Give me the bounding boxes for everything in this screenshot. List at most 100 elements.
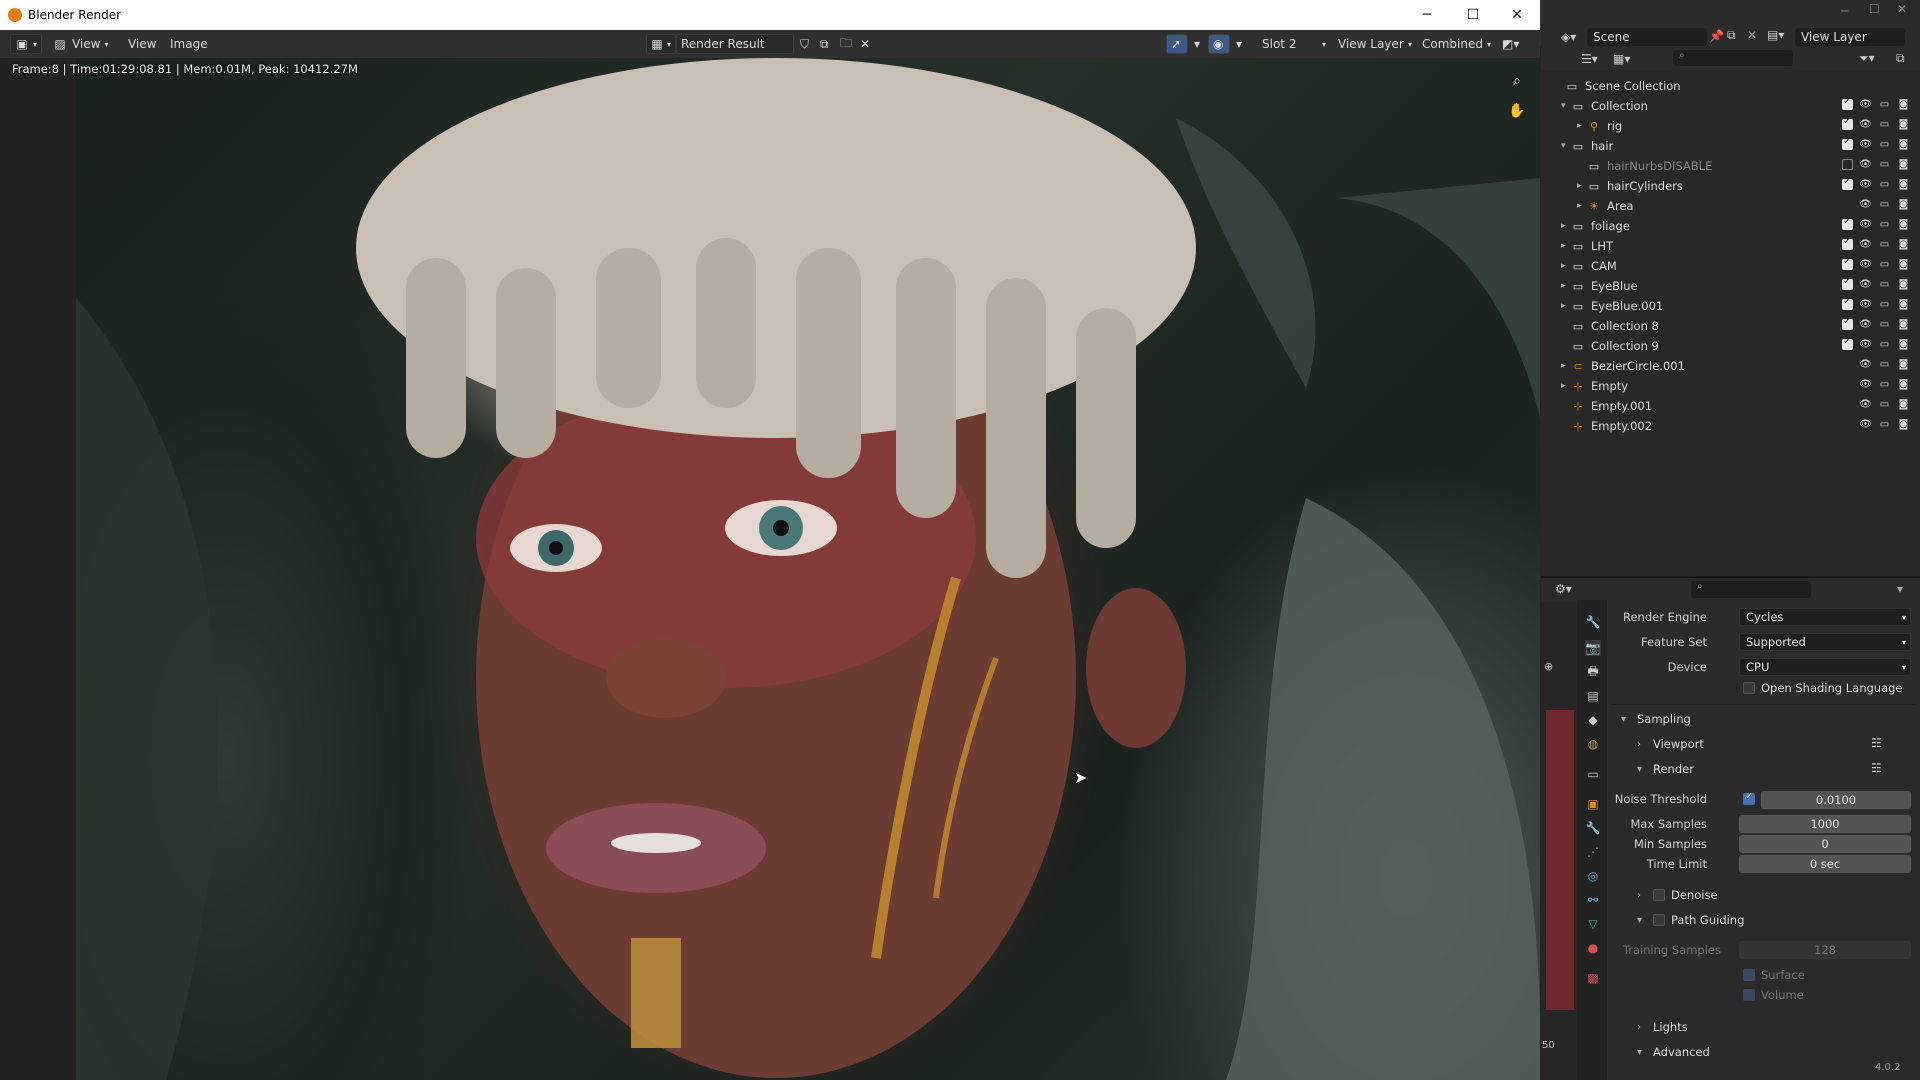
camera-icon[interactable]: ◙: [1897, 359, 1910, 370]
outliner-row[interactable]: ▾▭hair👁▭◙: [1541, 136, 1920, 156]
particles-tab-icon[interactable]: ⋰: [1585, 844, 1601, 860]
outliner-row[interactable]: ▸ ☀ Area 👁 ▭ ◙: [1541, 196, 1920, 216]
constraints-tab-icon[interactable]: ⚯: [1585, 892, 1601, 908]
exclude-checkbox[interactable]: [1842, 256, 1853, 270]
outliner-row[interactable]: ▭ hairNurbsDISABLE 👁 ▭ ◙: [1541, 156, 1920, 176]
eye-icon[interactable]: 👁: [1859, 379, 1872, 390]
camera-icon[interactable]: ◙: [1897, 299, 1910, 310]
exclude-checkbox[interactable]: [1842, 236, 1853, 250]
denoise-subpanel-header[interactable]: › Denoise: [1637, 888, 1718, 902]
eye-icon[interactable]: 👁: [1859, 119, 1872, 130]
eye-icon[interactable]: 👁: [1859, 259, 1872, 270]
pan-hand-icon[interactable]: ✋: [1506, 100, 1528, 122]
path-guiding-subpanel-header[interactable]: ▾ Path Guiding: [1637, 913, 1744, 927]
expand-toggle-icon[interactable]: ▾: [1561, 141, 1571, 151]
slot-selector[interactable]: Slot 2 ▾: [1258, 34, 1330, 54]
zoom-icon[interactable]: ⌕: [1506, 70, 1528, 92]
viewport-presets-icon[interactable]: ☷: [1871, 736, 1882, 750]
new-collection-icon[interactable]: ⧉: [1896, 51, 1905, 66]
new-scene-icon[interactable]: ⧉: [1727, 28, 1736, 43]
camera-icon[interactable]: ◙: [1897, 159, 1910, 170]
scene-selector[interactable]: Scene: [1587, 28, 1707, 46]
eye-icon[interactable]: 👁: [1859, 139, 1872, 150]
view-layer-icon[interactable]: ▤▾: [1767, 28, 1784, 42]
display-mode-icon[interactable]: ▦▾: [1613, 52, 1630, 66]
volume-checkbox[interactable]: [1743, 989, 1755, 1001]
delete-scene-icon[interactable]: ✕: [1747, 28, 1757, 42]
display-channels-icon[interactable]: ◩▾: [1498, 34, 1523, 54]
outliner-row[interactable]: ▭ Collection 8 👁 ▭ ◙: [1541, 316, 1920, 336]
eye-icon[interactable]: 👁: [1859, 239, 1872, 250]
osl-checkbox[interactable]: [1743, 682, 1755, 694]
modifier-tab-icon[interactable]: 🔧: [1585, 820, 1601, 836]
outliner-row[interactable]: ▾▭Collection👁▭◙: [1541, 96, 1920, 116]
properties-options-icon[interactable]: ▾: [1897, 582, 1903, 596]
min-samples-field[interactable]: 0: [1739, 835, 1911, 853]
exclude-checkbox[interactable]: [1842, 176, 1853, 190]
camera-icon[interactable]: ◙: [1897, 139, 1910, 150]
monitor-icon[interactable]: ▭: [1878, 319, 1891, 330]
exclude-checkbox[interactable]: [1842, 296, 1853, 310]
exclude-checkbox[interactable]: [1842, 276, 1853, 290]
view-layer-field[interactable]: View Layer: [1795, 28, 1905, 46]
monitor-icon[interactable]: ▭: [1878, 399, 1891, 410]
exclude-checkbox[interactable]: [1842, 116, 1853, 130]
expand-toggle-icon[interactable]: ▸: [1577, 121, 1587, 131]
outliner-row[interactable]: ▸ ⊹ Empty 👁 ▭ ◙: [1541, 376, 1920, 396]
eye-icon[interactable]: 👁: [1859, 299, 1872, 310]
maximize-button[interactable]: ☐: [1450, 0, 1496, 30]
exclude-checkbox[interactable]: [1842, 96, 1853, 110]
outliner-row[interactable]: ▸▭CAM👁▭◙: [1541, 256, 1920, 276]
camera-icon[interactable]: ◙: [1897, 119, 1910, 130]
volume-toggle[interactable]: Volume: [1743, 988, 1804, 1002]
eye-icon[interactable]: 👁: [1859, 179, 1872, 190]
camera-icon[interactable]: ◙: [1897, 219, 1910, 230]
expand-toggle-icon[interactable]: ▸: [1577, 181, 1587, 191]
camera-icon[interactable]: ◙: [1897, 239, 1910, 250]
object-tab-icon[interactable]: ▣: [1585, 796, 1601, 812]
overlay-dropdown[interactable]: ▾: [1232, 34, 1246, 54]
browse-image-button[interactable]: ▦ ▾: [646, 34, 676, 54]
expand-toggle-icon[interactable]: ▸: [1561, 261, 1571, 271]
render-engine-dropdown[interactable]: Cycles ▾: [1739, 608, 1911, 626]
editor-type-button[interactable]: ▣ ▾: [10, 34, 42, 54]
outliner-row[interactable]: ▭ Collection 9 👁 ▭ ◙: [1541, 336, 1920, 356]
monitor-icon[interactable]: ▭: [1878, 219, 1891, 230]
eye-icon[interactable]: 👁: [1859, 419, 1872, 430]
monitor-icon[interactable]: ▭: [1878, 159, 1891, 170]
close-button[interactable]: ✕: [1494, 0, 1540, 30]
monitor-icon[interactable]: ▭: [1878, 179, 1891, 190]
expand-toggle-icon[interactable]: ▸: [1561, 221, 1571, 231]
data-tab-icon[interactable]: ▽: [1585, 916, 1601, 932]
camera-icon[interactable]: ◙: [1897, 259, 1910, 270]
expand-toggle-icon[interactable]: ▸: [1561, 361, 1571, 371]
sampling-panel-header[interactable]: ▾ Sampling: [1621, 712, 1691, 726]
eye-icon[interactable]: 👁: [1859, 159, 1872, 170]
outliner-editor-type-icon[interactable]: ☰▾: [1581, 52, 1598, 66]
render-tab-icon[interactable]: 📷: [1585, 640, 1601, 656]
outliner-search-input[interactable]: ⌕: [1673, 50, 1793, 66]
win-max-ghost[interactable]: ☐: [1869, 2, 1880, 16]
monitor-icon[interactable]: ▭: [1878, 419, 1891, 430]
outliner-row[interactable]: ▸▭hairCylinders👁▭◙: [1541, 176, 1920, 196]
monitor-icon[interactable]: ▭: [1878, 139, 1891, 150]
win-close-ghost[interactable]: ✕: [1897, 2, 1907, 16]
noise-threshold-checkbox[interactable]: [1743, 791, 1755, 805]
outliner-row[interactable]: ▸⚲ rig 👁 ▭ ◙: [1541, 116, 1920, 136]
camera-icon[interactable]: ◙: [1897, 379, 1910, 390]
render-pass-selector[interactable]: Combined ▾: [1418, 34, 1494, 54]
filter-icon[interactable]: ⏷▾: [1859, 51, 1875, 66]
eye-icon[interactable]: 👁: [1859, 99, 1872, 110]
sample-dropdown[interactable]: ▾: [1190, 34, 1204, 54]
eye-icon[interactable]: 👁: [1859, 339, 1872, 350]
collection-tab-icon[interactable]: ▭: [1585, 766, 1601, 782]
feature-set-dropdown[interactable]: Supported ▾: [1739, 633, 1911, 651]
tool-tab-icon[interactable]: 🔧: [1585, 614, 1601, 630]
outliner-row[interactable]: ▸▭LHT👁▭◙: [1541, 236, 1920, 256]
outliner-row[interactable]: ⊹ Empty.002 👁 ▭ ◙: [1541, 416, 1920, 436]
material-tab-icon[interactable]: ●: [1585, 940, 1601, 956]
eye-icon[interactable]: 👁: [1859, 219, 1872, 230]
osl-toggle[interactable]: Open Shading Language: [1743, 681, 1903, 695]
monitor-icon[interactable]: ▭: [1878, 239, 1891, 250]
outliner-root-row[interactable]: ▭ Scene Collection: [1541, 76, 1920, 96]
